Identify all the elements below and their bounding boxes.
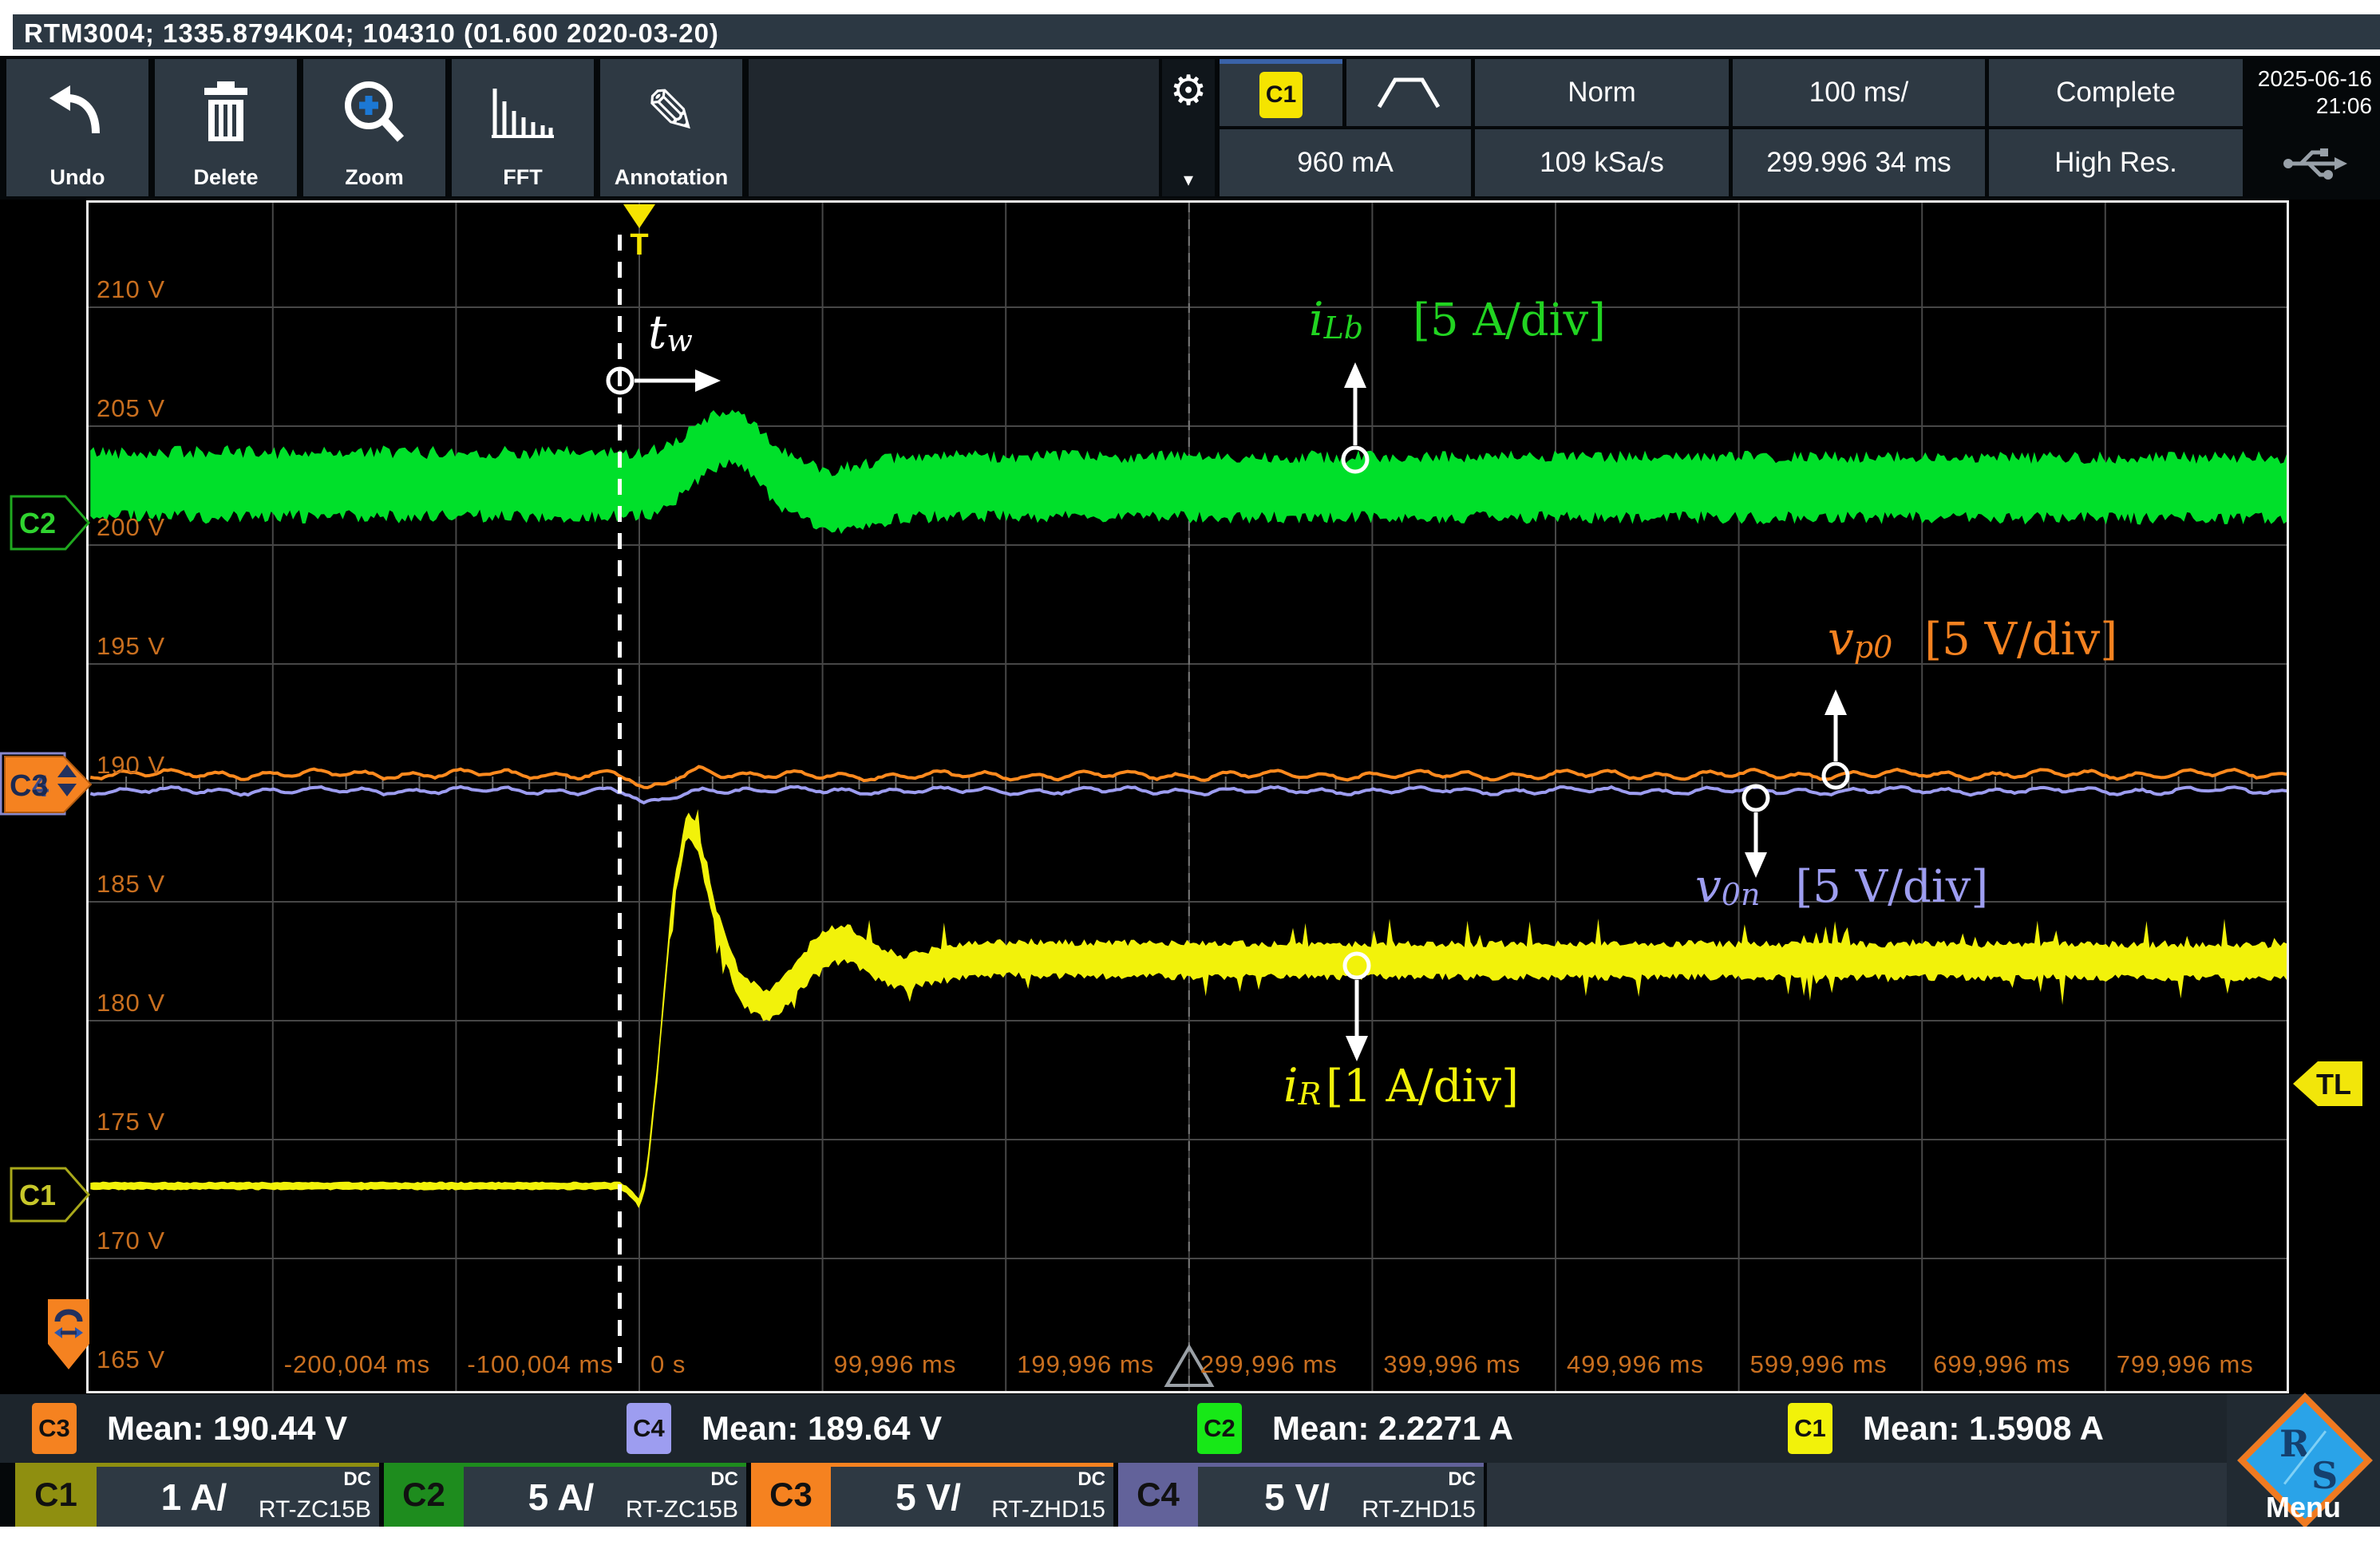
channel-c1-marker[interactable]: C1 <box>10 1167 91 1223</box>
annotation-i-rmw48: iR[1 A/div] <box>1283 1058 1519 1112</box>
channel-c1-settings[interactable]: 1 A/ DC RT-ZC15B <box>97 1463 379 1527</box>
date-text: 2025-06-16 <box>2251 65 2372 93</box>
measurement-row: C3 Mean: 190.44 V C4 Mean: 189.64 V C2 M… <box>0 1394 2380 1463</box>
channel-c2-marker[interactable]: C2 <box>10 495 91 551</box>
svg-text:C3: C3 <box>10 769 49 803</box>
trigger-level-cell[interactable]: 960 mA <box>1220 129 1471 196</box>
acquisition-state-value: Complete <box>2056 77 2176 109</box>
acquisition-state-cell[interactable]: Complete <box>1989 59 2243 126</box>
annotation-v-p0: vp0[5 V/div] <box>1828 611 2117 666</box>
sample-rate-cell[interactable]: 109 kSa/s <box>1475 129 1729 196</box>
measurement-c1: C1 Mean: 1.5908 A <box>1788 1394 2104 1463</box>
chevron-down-icon: ▾ <box>1184 168 1193 192</box>
undo-button[interactable]: Undo <box>6 59 148 196</box>
trigger-level-marker[interactable]: TL <box>2289 1058 2364 1109</box>
c2-badge: C2 <box>1197 1403 1242 1454</box>
menu-button[interactable]: Menu <box>2227 1491 2380 1524</box>
delete-label: Delete <box>193 165 258 190</box>
oscilloscope-screen: RTM3004; 1335.8794K04; 104310 (01.600 20… <box>0 0 2380 1541</box>
zoom-label: Zoom <box>345 165 404 190</box>
fft-button[interactable]: FFT <box>452 59 594 196</box>
c3-coupling: DC <box>1077 1468 1105 1491</box>
channel-c4-settings[interactable]: 5 V/ DC RT-ZHD15 <box>1198 1463 1484 1527</box>
c4-mean-value: Mean: 189.64 V <box>702 1409 942 1448</box>
delete-button[interactable]: Delete <box>155 59 297 196</box>
channel-c3-settings[interactable]: 5 V/ DC RT-ZHD15 <box>831 1463 1113 1527</box>
trigger-mode-value: Norm <box>1568 77 1636 109</box>
probe-warning-flag-icon[interactable] <box>46 1298 93 1373</box>
annotation-v-0n: v0n[5 V/div] <box>1695 859 1988 913</box>
c1-badge: C1 <box>1788 1403 1832 1454</box>
waveform-region: T 210 V205 V200 V195 V190 V185 V180 V175… <box>0 200 2380 1394</box>
c1-coupling: DC <box>343 1468 371 1491</box>
c2-mean-value: Mean: 2.2271 A <box>1272 1409 1513 1448</box>
waveform-display[interactable]: T 210 V205 V200 V195 V190 V185 V180 V175… <box>86 200 2289 1393</box>
c3-mean-value: Mean: 190.44 V <box>107 1409 347 1448</box>
undo-label: Undo <box>50 165 105 190</box>
timebase-cell[interactable]: 100 ms/ <box>1733 59 1985 126</box>
acquisition-mode-value: High Res. <box>2054 147 2177 179</box>
usb-status <box>2251 129 2380 196</box>
undo-icon <box>43 59 112 165</box>
trigger-slope-icon <box>1373 70 1445 115</box>
record-time-value: 299.996 34 ms <box>1766 147 1951 179</box>
trash-icon <box>198 59 254 165</box>
pencil-icon: ✎ <box>645 59 697 165</box>
zoom-icon <box>340 59 409 165</box>
c4-probe: RT-ZHD15 <box>1362 1496 1476 1523</box>
trigger-source-badge: C1 <box>1259 72 1303 118</box>
time-text: 21:06 <box>2251 93 2372 120</box>
channel-c2-tab[interactable]: C2 <box>384 1463 464 1527</box>
usb-icon <box>2282 144 2349 181</box>
channel-settings-bar: C1 1 A/ DC RT-ZC15B C2 5 A/ DC RT-ZC15B … <box>0 1463 2380 1527</box>
c4-badge: C4 <box>627 1403 671 1454</box>
gear-icon: ⚙ <box>1170 70 1208 112</box>
measurement-c2: C2 Mean: 2.2271 A <box>1197 1394 1513 1463</box>
annotation-tw: tw <box>648 305 693 359</box>
annotation-arrows <box>89 203 2287 1391</box>
svg-text:C1: C1 <box>19 1179 56 1211</box>
fft-label: FFT <box>503 165 542 190</box>
record-time-cell[interactable]: 299.996 34 ms <box>1733 129 1985 196</box>
measurement-c4: C4 Mean: 189.64 V <box>627 1394 942 1463</box>
c2-coupling: DC <box>710 1468 738 1491</box>
c1-mean-value: Mean: 1.5908 A <box>1863 1409 2104 1448</box>
datetime-display: 2025-06-16 21:06 <box>2251 59 2380 126</box>
c3-badge: C3 <box>32 1403 77 1454</box>
settings-column[interactable]: ⚙ ▾ <box>1162 59 1215 196</box>
channel-c3-c4-marker[interactable]: 4 C3 <box>0 752 96 817</box>
annotation-button[interactable]: ✎ Annotation <box>600 59 742 196</box>
svg-text:C2: C2 <box>19 507 56 539</box>
channel-c1-tab[interactable]: C1 <box>15 1463 97 1527</box>
c3-probe: RT-ZHD15 <box>991 1496 1105 1523</box>
zoom-button[interactable]: Zoom <box>303 59 445 196</box>
bottom-margin <box>0 1527 2380 1541</box>
acquisition-mode-cell[interactable]: High Res. <box>1989 129 2243 196</box>
toolbar-empty-panel <box>749 59 1159 196</box>
measurement-c3: C3 Mean: 190.44 V <box>32 1394 347 1463</box>
device-id-text: RTM3004; 1335.8794K04; 104310 (01.600 20… <box>24 18 719 48</box>
fft-spectrum-icon <box>487 59 559 165</box>
c2-probe: RT-ZC15B <box>626 1496 738 1523</box>
timebase-value: 100 ms/ <box>1809 77 1909 109</box>
annotation-label: Annotation <box>615 165 728 190</box>
channel-c4-tab[interactable]: C4 <box>1118 1463 1198 1527</box>
c1-probe: RT-ZC15B <box>259 1496 371 1523</box>
channel-c2-settings[interactable]: 5 A/ DC RT-ZC15B <box>464 1463 746 1527</box>
svg-text:TL: TL <box>2316 1068 2351 1100</box>
trigger-slope-cell[interactable] <box>1346 59 1471 126</box>
c4-coupling: DC <box>1448 1468 1476 1491</box>
toolbar: Undo Delete Zoom FFT ✎ Annotation ⚙ <box>0 56 2380 201</box>
channel-c3-tab[interactable]: C3 <box>751 1463 831 1527</box>
trigger-mode-cell[interactable]: Norm <box>1475 59 1729 126</box>
trigger-source-cell[interactable]: C1 <box>1220 59 1342 126</box>
annotation-i-lb: iLb[5 A/div] <box>1309 292 1606 346</box>
titlebar: RTM3004; 1335.8794K04; 104310 (01.600 20… <box>13 14 2380 53</box>
trigger-level-value: 960 mA <box>1297 147 1394 179</box>
sample-rate-value: 109 kSa/s <box>1540 147 1664 179</box>
